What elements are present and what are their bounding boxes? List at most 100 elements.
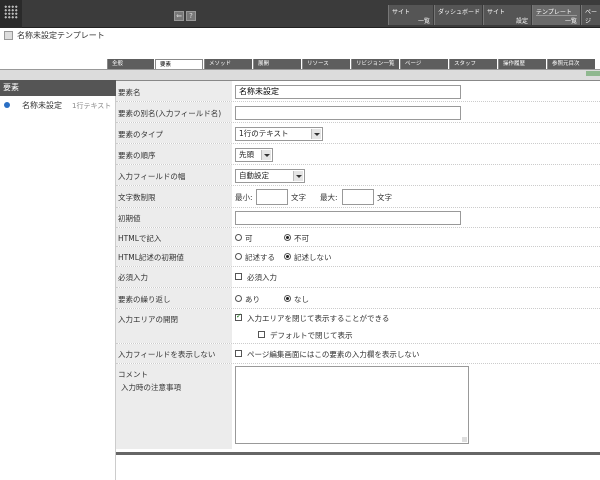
row-field-width: 入力フィールドの幅 自動設定 bbox=[116, 165, 600, 186]
field-label: 文字数制限 bbox=[116, 186, 232, 207]
row-html-initial: HTML記述の初期値 記述する 記述しない bbox=[116, 247, 600, 267]
field-label: 要素のタイプ bbox=[116, 123, 232, 143]
row-hide-field: 入力フィールドを表示しない ページ編集画面にはこの要素の入力欄を表示しない bbox=[116, 344, 600, 364]
order-select-value: 先頭 bbox=[239, 150, 254, 159]
max-label: 最大: bbox=[320, 193, 338, 202]
repeat-no-radio[interactable] bbox=[284, 295, 291, 302]
min-chars-input[interactable] bbox=[256, 189, 288, 205]
max-unit: 文字 bbox=[377, 193, 392, 202]
checkbox-label: デフォルトで閉じて表示 bbox=[270, 331, 353, 340]
tab-resources[interactable]: リソース bbox=[302, 59, 350, 69]
tab-general[interactable]: 全般 bbox=[107, 59, 154, 69]
chevron-down-icon bbox=[293, 171, 303, 181]
field-label: 要素の順序 bbox=[116, 144, 232, 164]
checkbox-label: ページ編集画面にはこの要素の入力欄を表示しない bbox=[247, 350, 420, 359]
field-label: コメント 入力時の注意事項 bbox=[116, 364, 232, 449]
required-checkbox[interactable] bbox=[235, 273, 242, 280]
row-element-name: 要素名 名称未設定 bbox=[116, 81, 600, 102]
field-label: 要素名 bbox=[116, 81, 232, 101]
tab-methods[interactable]: メソッド bbox=[204, 59, 252, 69]
field-label: HTML記述の初期値 bbox=[116, 247, 232, 266]
type-select-value: 1行のテキスト bbox=[239, 129, 289, 138]
min-label: 最小: bbox=[235, 193, 253, 202]
comment-sublabel: 入力時の注意事項 bbox=[121, 383, 181, 392]
sidebar-item-element[interactable]: 名称未設定 1行テキスト bbox=[0, 98, 116, 112]
tab-bar: 全般 要素 メソッド 展開 リソース リビジョン一覧 ページ スタッフ 操作履歴… bbox=[107, 59, 600, 69]
row-alias: 要素の別名(入力フィールド名) bbox=[116, 102, 600, 123]
radio-label: 不可 bbox=[294, 234, 309, 243]
radio-label: あり bbox=[245, 295, 260, 304]
topnav-template-list[interactable]: テンプレート 一覧 bbox=[532, 5, 580, 25]
field-label: 必須入力 bbox=[116, 267, 232, 287]
html-input-yes-radio[interactable] bbox=[235, 234, 242, 241]
min-unit: 文字 bbox=[291, 193, 306, 202]
tab-revisions[interactable]: リビジョン一覧 bbox=[351, 59, 399, 69]
html-write-radio[interactable] bbox=[235, 253, 242, 260]
order-select[interactable]: 先頭 bbox=[235, 148, 273, 162]
topnav-site-settings[interactable]: サイト 設定 bbox=[483, 5, 531, 25]
radio-label: 可 bbox=[245, 234, 253, 243]
field-width-select-value: 自動設定 bbox=[239, 171, 269, 180]
max-chars-input[interactable] bbox=[342, 189, 374, 205]
row-initial-value: 初期値 bbox=[116, 208, 600, 228]
help-icon[interactable]: ? bbox=[186, 11, 196, 21]
topnav-sublabel: 設定 bbox=[515, 18, 528, 25]
topnav-page[interactable]: ページ bbox=[581, 5, 600, 25]
back-icon[interactable]: ⇐ bbox=[174, 11, 184, 21]
tab-history[interactable]: 操作履歴 bbox=[498, 59, 546, 69]
collapsible-checkbox[interactable] bbox=[235, 312, 242, 321]
field-label: 要素の別名(入力フィールド名) bbox=[116, 102, 232, 122]
topnav-dashboard[interactable]: ダッシュボード bbox=[434, 5, 482, 25]
app-logo[interactable] bbox=[0, 0, 22, 28]
field-width-select[interactable]: 自動設定 bbox=[235, 169, 305, 183]
form-bottom-bar bbox=[116, 452, 600, 455]
html-nowrite-radio[interactable] bbox=[284, 253, 291, 260]
topnav-label: サイト bbox=[487, 9, 506, 16]
topnav-site-list[interactable]: サイト 一覧 bbox=[388, 5, 433, 25]
row-repeat: 要素の繰り返し あり なし bbox=[116, 288, 600, 309]
row-type: 要素のタイプ 1行のテキスト bbox=[116, 123, 600, 144]
topnav-sublabel: 一覧 bbox=[564, 18, 577, 25]
chevron-down-icon bbox=[311, 129, 321, 139]
sidebar-item-type: 1行テキスト bbox=[72, 102, 112, 110]
grid-logo-icon bbox=[4, 5, 18, 19]
field-label: 入力フィールドの幅 bbox=[116, 165, 232, 185]
top-bar: ⇐ ? サイト 一覧 ダッシュボード サイト 設定 テンプレート 一覧 ページ bbox=[0, 0, 600, 28]
default-closed-checkbox[interactable] bbox=[258, 331, 265, 338]
tab-pages[interactable]: ページ bbox=[400, 59, 448, 69]
row-html-input: HTMLで記入 可 不可 bbox=[116, 228, 600, 247]
bullet-icon bbox=[4, 102, 10, 108]
chevron-down-icon bbox=[261, 150, 271, 160]
sidebar-header: 要素 bbox=[0, 80, 116, 96]
row-order: 要素の順序 先頭 bbox=[116, 144, 600, 165]
tab-staff[interactable]: スタッフ bbox=[449, 59, 497, 69]
field-label: HTMLで記入 bbox=[116, 228, 232, 246]
collapse-toggle[interactable] bbox=[586, 71, 600, 76]
element-name-input[interactable]: 名称未設定 bbox=[235, 85, 461, 99]
initial-value-input[interactable] bbox=[235, 211, 461, 225]
row-char-limit: 文字数制限 最小: 文字 最大: 文字 bbox=[116, 186, 600, 208]
element-form: 要素名 名称未設定 要素の別名(入力フィールド名) 要素のタイプ 1行のテキスト… bbox=[116, 80, 600, 452]
topnav-label: サイト bbox=[392, 9, 411, 16]
row-comment: コメント 入力時の注意事項 bbox=[116, 364, 600, 449]
topnav-label: ページ bbox=[585, 9, 598, 25]
tab-elements[interactable]: 要素 bbox=[155, 59, 203, 69]
resize-grip-icon[interactable] bbox=[462, 437, 467, 442]
alias-input[interactable] bbox=[235, 106, 461, 120]
field-label: 初期値 bbox=[116, 208, 232, 227]
field-label: 入力エリアの開閉 bbox=[116, 309, 232, 343]
row-collapse: 入力エリアの開閉 入力エリアを閉じて表示することができる デフォルトで閉じて表示 bbox=[116, 309, 600, 344]
tab-underline bbox=[0, 69, 600, 80]
template-icon bbox=[4, 31, 13, 40]
tab-references[interactable]: 参照元目次 bbox=[547, 59, 595, 69]
type-select[interactable]: 1行のテキスト bbox=[235, 127, 323, 141]
checkbox-label: 入力エリアを閉じて表示することができる bbox=[247, 314, 390, 323]
sidebar: 要素 名称未設定 1行テキスト bbox=[0, 80, 116, 480]
comment-textarea[interactable] bbox=[235, 366, 469, 444]
html-input-no-radio[interactable] bbox=[284, 234, 291, 241]
hide-field-checkbox[interactable] bbox=[235, 350, 242, 357]
tab-expand[interactable]: 展開 bbox=[253, 59, 301, 69]
page-title: 名称未設定テンプレート bbox=[17, 31, 105, 40]
row-required: 必須入力 必須入力 bbox=[116, 267, 600, 288]
repeat-yes-radio[interactable] bbox=[235, 295, 242, 302]
